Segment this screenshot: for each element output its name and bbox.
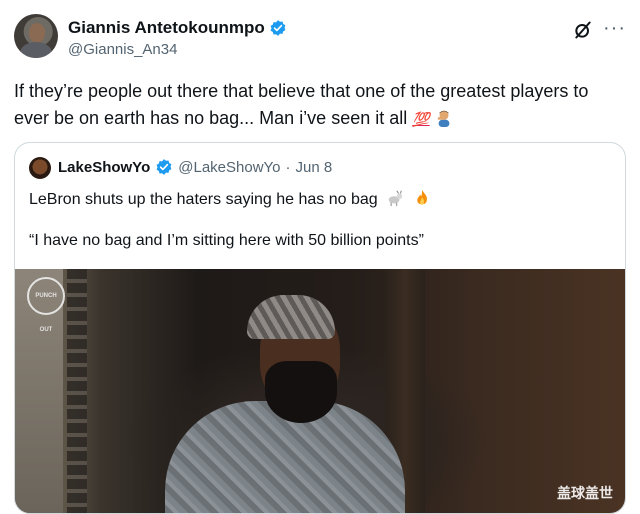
tweet-text: If they’re people out there that believe… bbox=[14, 78, 626, 133]
quote-author-avatar[interactable] bbox=[29, 157, 51, 179]
quote-display-name[interactable]: LakeShowYo bbox=[58, 159, 150, 176]
quote-text-line1-text: LeBron shuts up the haters saying he has… bbox=[29, 191, 378, 208]
avatar-head bbox=[29, 23, 45, 43]
author-name-row: Giannis Antetokounmpo bbox=[68, 18, 287, 38]
media-person-beard bbox=[265, 361, 337, 423]
tweet-text-body: If they’re people out there that believe… bbox=[14, 81, 589, 128]
quote-date[interactable]: Jun 8 bbox=[296, 159, 333, 176]
author-display-name[interactable]: Giannis Antetokounmpo bbox=[68, 18, 265, 38]
verified-badge-icon bbox=[156, 159, 172, 175]
verified-badge-icon bbox=[270, 20, 286, 36]
author-handle[interactable]: @Giannis_An34 bbox=[68, 41, 177, 58]
quote-header: LakeShowYo @LakeShowYo · Jun 8 bbox=[58, 158, 332, 176]
quote-text-line1: LeBron shuts up the haters saying he has… bbox=[29, 189, 431, 209]
media-chain bbox=[67, 269, 87, 513]
goat-icon bbox=[388, 190, 403, 207]
media-person-cap bbox=[247, 295, 335, 339]
quote-handle[interactable]: @LakeShowYo bbox=[178, 159, 280, 176]
tweet[interactable]: Giannis Antetokounmpo @Giannis_An34 ··· … bbox=[0, 0, 640, 514]
quote-text-line2: “I have no bag and I’m sitting here with… bbox=[29, 232, 424, 249]
hundred-points-emoji: 💯 bbox=[412, 111, 430, 127]
media-watermark: 盖球盖世 bbox=[557, 485, 613, 501]
more-icon[interactable]: ··· bbox=[603, 18, 626, 38]
grok-icon[interactable] bbox=[573, 20, 593, 40]
avatar-shoulders bbox=[20, 42, 52, 58]
media-channel-logo: PUNCH OUT bbox=[27, 277, 65, 333]
author-avatar[interactable] bbox=[14, 14, 58, 58]
quote-media-video[interactable]: PUNCH OUT 盖球盖世 bbox=[15, 269, 625, 513]
fire-icon bbox=[416, 189, 427, 205]
quote-separator-dot: · bbox=[285, 158, 291, 176]
person-facepalm-icon bbox=[437, 110, 450, 127]
quoted-tweet[interactable]: LakeShowYo @LakeShowYo · Jun 8 LeBron sh… bbox=[14, 142, 626, 514]
